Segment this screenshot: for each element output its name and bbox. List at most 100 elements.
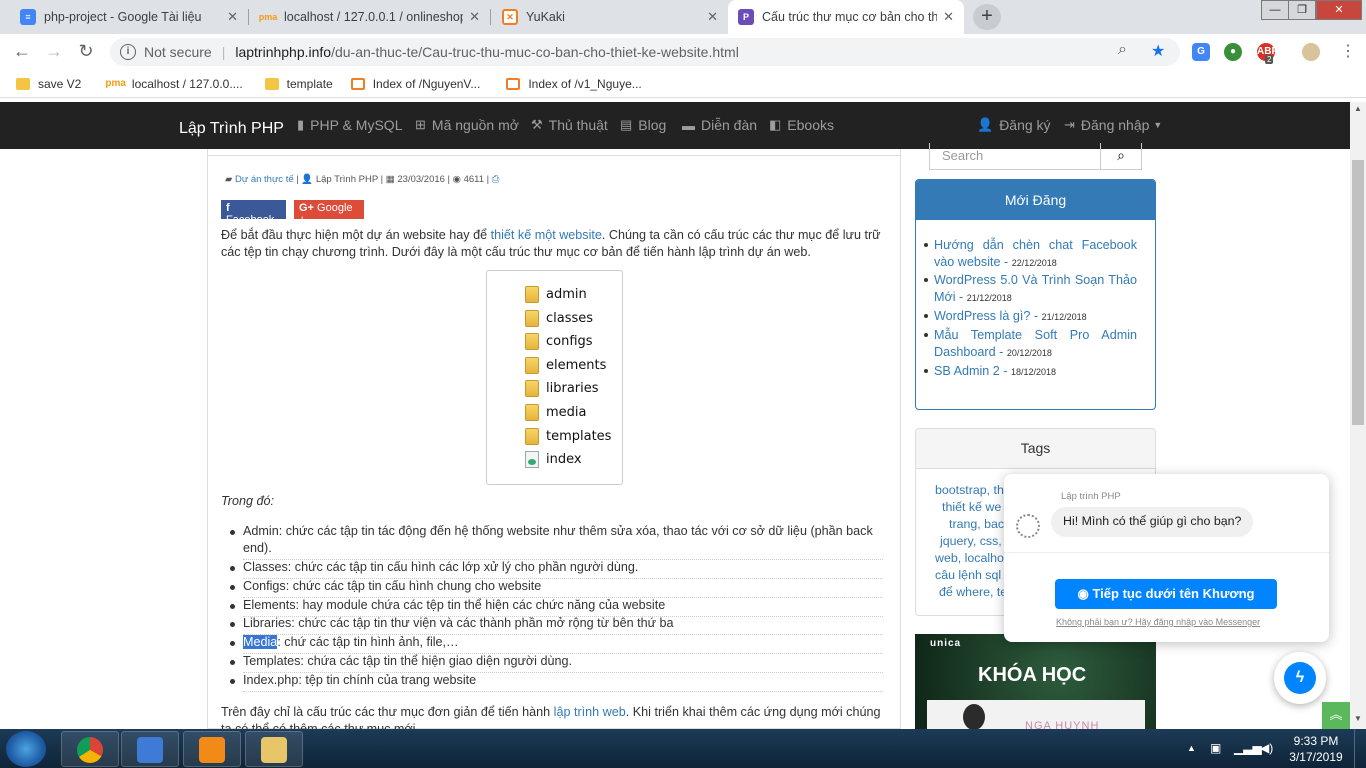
forward-icon[interactable]: →	[42, 41, 66, 62]
ad-name: NGA HUYNH	[1025, 720, 1100, 729]
tab-title: YuKaki	[526, 10, 565, 24]
folder-icon	[525, 356, 539, 374]
scroll-down-icon[interactable]: ▼	[1350, 714, 1366, 723]
tab-title: localhost / 127.0.0.1 / onlineshop	[284, 10, 464, 24]
tag-link[interactable]: jquery, css,	[940, 534, 1002, 548]
show-desktop-button[interactable]	[1354, 729, 1366, 768]
blog-icon: ▤	[620, 117, 633, 132]
intro-link[interactable]: thiết kế một website	[491, 228, 602, 242]
tab-phpmyadmin[interactable]: pma localhost / 127.0.0.1 / onlineshop ✕	[250, 0, 490, 34]
login-messenger-link[interactable]: Không phải bạn ư? Hãy đăng nhập vào Mess…	[1056, 617, 1260, 627]
scroll-to-top-button[interactable]: ︽	[1322, 702, 1350, 729]
page-avatar	[1016, 514, 1040, 538]
profile-avatar[interactable]	[1302, 43, 1320, 61]
php-icon: P	[738, 9, 754, 25]
new-post-link[interactable]: Mẫu Template Soft Pro Admin Dashboard - …	[934, 327, 1137, 362]
list-item: Classes: chức các tập tin cấu hình các l…	[243, 559, 883, 579]
scroll-up-icon[interactable]: ▲	[1350, 104, 1366, 113]
taskbar-sublime[interactable]	[183, 731, 241, 767]
network-icon[interactable]: ▁▃▅	[1234, 741, 1262, 755]
tag-link[interactable]: web, localho	[935, 551, 1004, 565]
bookmark-save-v2[interactable]: save V2	[16, 77, 81, 91]
scroll-thumb[interactable]	[1352, 160, 1364, 425]
close-tab-icon[interactable]: ✕	[707, 9, 718, 25]
close-tab-icon[interactable]: ✕	[469, 9, 480, 25]
tray-device-icon[interactable]: ▣	[1210, 741, 1221, 755]
continue-as-button[interactable]: ◉ Tiếp tục dưới tên Khương	[1055, 579, 1277, 609]
globe-extension-icon[interactable]: ●	[1224, 43, 1242, 61]
bookmark-index-v1[interactable]: Index of /v1_Nguye...	[506, 77, 642, 91]
search-input[interactable]: Search	[929, 143, 1101, 170]
tree-row-classes: classes	[525, 308, 593, 328]
back-icon[interactable]: ←	[10, 41, 34, 62]
tags-title: Tags	[916, 429, 1155, 469]
taskbar-chrome[interactable]	[61, 731, 119, 767]
nav-tips[interactable]: ⚒ Thủ thuật	[531, 117, 608, 133]
bookmark-star-icon[interactable]: ★	[1151, 41, 1165, 61]
search-button[interactable]: ⌕	[1100, 143, 1142, 170]
menu-icon[interactable]: ⋮	[1340, 41, 1356, 61]
print-icon[interactable]: ⎙	[492, 174, 500, 185]
tag-link[interactable]: thiết kế we	[942, 500, 1001, 514]
category-link[interactable]: Dự án thực tế	[235, 174, 294, 185]
tag-link[interactable]: câu lệnh sql	[935, 568, 1001, 582]
taskbar-media-player[interactable]	[121, 731, 179, 767]
bookmark-localhost[interactable]: pma localhost / 127.0.0....	[105, 77, 242, 91]
article-meta: ▰ Dự án thực tế | 👤 Lập Trình PHP | ▦ 23…	[225, 174, 500, 185]
share-facebook-button[interactable]: f Facebook	[221, 200, 286, 226]
close-tab-icon[interactable]: ✕	[943, 9, 954, 25]
close-window-button[interactable]: ✕	[1316, 0, 1362, 20]
url-path: /du-an-thuc-te/Cau-truc-thu-muc-co-ban-c…	[331, 44, 739, 60]
nav-php-mysql[interactable]: ▮ PHP & MySQL	[297, 117, 402, 133]
minimize-button[interactable]: —	[1261, 0, 1289, 20]
course-ad-banner[interactable]: unica KHÓA HỌC NGA HUYNH	[915, 634, 1156, 729]
zoom-icon[interactable]: ⌕	[1118, 41, 1127, 59]
bookmark-template[interactable]: template	[264, 77, 333, 91]
nav-forum[interactable]: ▬ Diễn đàn	[682, 117, 757, 133]
tab-active-article[interactable]: P Cấu trúc thư mục cơ bản cho thiế ✕	[728, 0, 964, 34]
new-tab-button[interactable]: +	[973, 4, 1001, 30]
tab-yukaki[interactable]: ✕ YuKaki ✕	[492, 0, 728, 34]
address-bar[interactable]: i Not secure | laptrinhphp.info/du-an-th…	[110, 38, 1180, 66]
share-google-button[interactable]: G+ Google +	[294, 200, 364, 226]
nav-blog[interactable]: ▤ Blog	[620, 117, 666, 133]
new-post-link[interactable]: SB Admin 2 - 18/12/2018	[934, 363, 1137, 381]
user-icon: 👤	[301, 174, 314, 185]
tab-title: php-project - Google Tài liệu	[44, 10, 202, 24]
list-item: Configs: chức các tập tin cấu hình chung…	[243, 578, 883, 598]
tab-google-docs[interactable]: ≡ php-project - Google Tài liệu ✕	[10, 0, 248, 34]
folder-icon	[16, 77, 30, 90]
tag-link[interactable]: bootstrap, th	[935, 483, 1004, 497]
nav-login[interactable]: ⇥ Đăng nhập ▼	[1064, 117, 1162, 133]
nav-register[interactable]: 👤 Đăng ký	[977, 117, 1051, 133]
volume-icon[interactable]: ◀)	[1260, 741, 1273, 755]
maximize-button[interactable]: ❐	[1288, 0, 1316, 20]
new-post-link[interactable]: WordPress là gì? - 21/12/2018	[934, 308, 1137, 326]
new-post-link[interactable]: WordPress 5.0 Và Trình Soạn Thảo Mới - 2…	[934, 272, 1137, 307]
new-post-link[interactable]: Hướng dẫn chèn chat Facebook vào website…	[934, 237, 1137, 272]
nav-open-source[interactable]: ⊞ Mã nguồn mở	[415, 117, 519, 133]
page-scrollbar[interactable]: ▲ ▼	[1350, 102, 1366, 729]
close-tab-icon[interactable]: ✕	[227, 9, 238, 25]
translate-icon[interactable]: G	[1192, 43, 1210, 61]
tag-link[interactable]: để where, te	[939, 585, 1007, 599]
folder-tree-image: admin classes configs elements libraries…	[486, 270, 623, 485]
site-brand[interactable]: Lập Trình PHP	[179, 120, 284, 138]
bookmark-index-nguyenv[interactable]: Index of /NguyenV...	[350, 77, 480, 91]
start-button[interactable]	[6, 731, 46, 767]
reload-icon[interactable]: ↻	[74, 41, 98, 62]
user-icon: 👤	[977, 117, 994, 132]
messenger-chat-button[interactable]: ϟ	[1274, 652, 1326, 704]
list-item-media: Media: chứ các tập tin hình ảnh, file,…	[243, 634, 883, 654]
selected-text: Media	[243, 635, 278, 649]
nav-ebooks[interactable]: ◧ Ebooks	[769, 117, 834, 133]
tree-row-configs: configs	[525, 331, 593, 351]
tag-link[interactable]: trang, bac	[949, 517, 1004, 531]
tray-expand-icon[interactable]: ▲	[1187, 743, 1196, 753]
folder-icon	[261, 737, 287, 763]
outro-link[interactable]: lập trình web	[554, 705, 626, 719]
info-icon[interactable]: i	[120, 44, 136, 60]
system-clock[interactable]: 9:33 PM 3/17/2019	[1288, 733, 1344, 765]
taskbar-explorer[interactable]	[245, 731, 303, 767]
docs-icon: ≡	[20, 9, 36, 25]
